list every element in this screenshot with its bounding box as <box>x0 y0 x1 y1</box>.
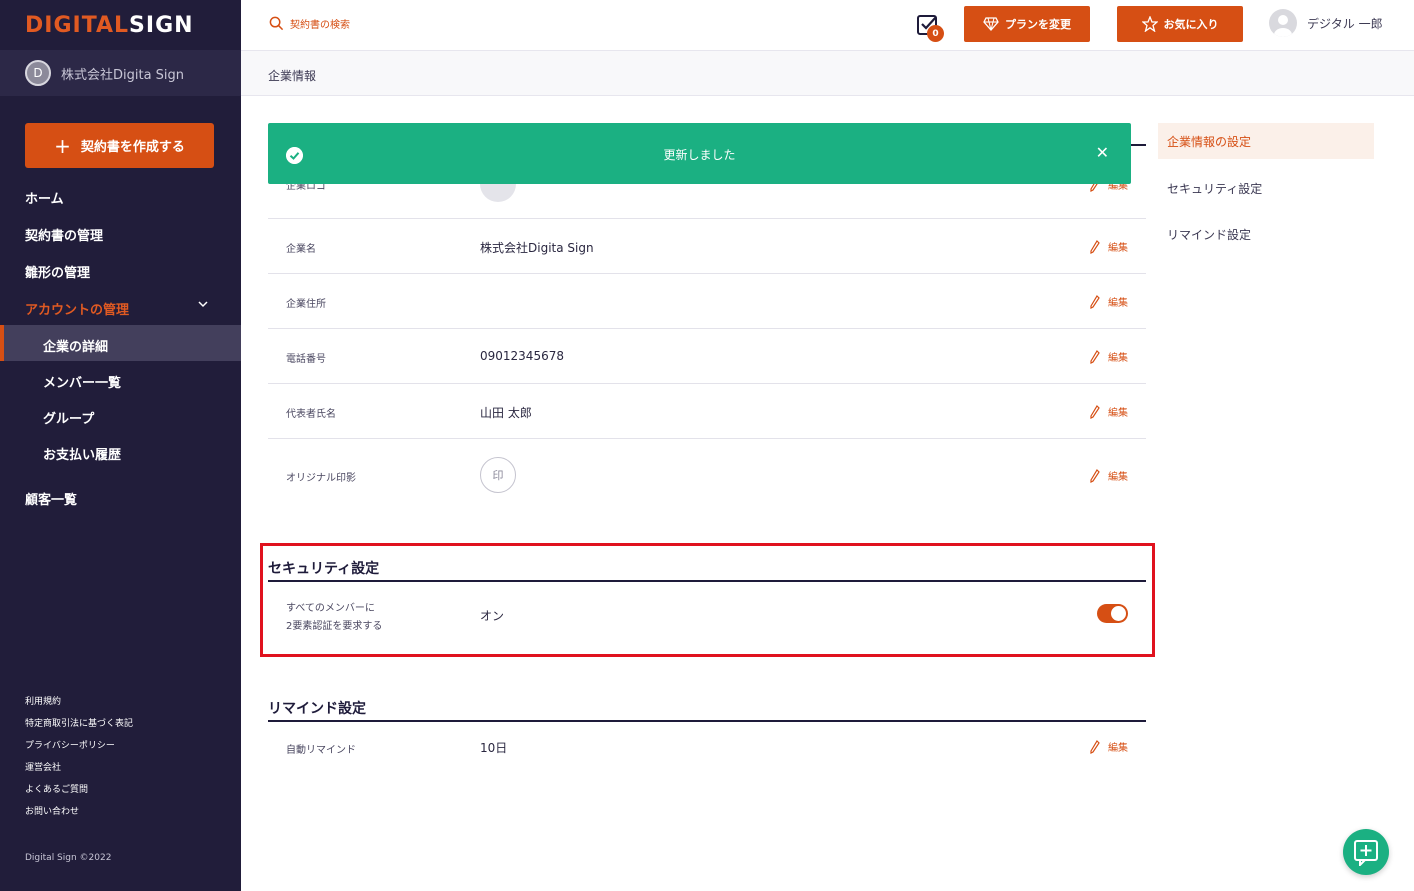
security-setting-value: オン <box>480 609 505 623</box>
change-plan-button[interactable]: プランを変更 <box>964 6 1090 42</box>
row-value: 09012345678 <box>480 349 564 363</box>
company-avatar: D <box>25 60 51 86</box>
pencil-icon <box>1090 468 1100 483</box>
floating-add-button[interactable] <box>1343 829 1389 875</box>
row-value: 株式会社Digita Sign <box>480 241 594 255</box>
success-toast: 更新しました ✕ <box>268 123 1131 184</box>
chevron-down-icon[interactable] <box>198 299 208 309</box>
search-input[interactable]: 契約書の検索 <box>269 16 350 31</box>
star-icon <box>1141 16 1158 32</box>
row-label: 電話番号 <box>286 354 326 365</box>
row-label: 企業名 <box>286 244 316 255</box>
edit-label: 編集 <box>1108 472 1128 483</box>
pencil-icon <box>1090 404 1100 419</box>
security-label-line1: すべてのメンバーに <box>286 603 375 614</box>
nav-customers[interactable]: 顧客一覧 <box>25 489 77 508</box>
row-company-name: 企業名 株式会社Digita Sign 編集 <box>268 219 1146 274</box>
edit-button[interactable]: 編集 <box>1090 349 1128 364</box>
diamond-icon <box>983 17 999 31</box>
plus-icon: + <box>54 133 71 158</box>
nav-contracts[interactable]: 契約書の管理 <box>25 225 103 244</box>
company-name: 株式会社Digita Sign <box>61 67 185 83</box>
row-original-seal: オリジナル印影 印 編集 <box>268 439 1146 514</box>
app-logo[interactable]: DIGITAL SIGN <box>0 0 241 50</box>
footer-link-contact[interactable]: お問い合わせ <box>25 804 79 817</box>
toast-message: 更新しました <box>663 148 736 162</box>
edit-button[interactable]: 編集 <box>1090 294 1128 309</box>
user-name: デジタル 一郎 <box>1307 16 1383 31</box>
edit-label: 編集 <box>1108 743 1128 754</box>
security-section-title: セキュリティ設定 <box>268 558 1146 582</box>
company-switcher[interactable]: D 株式会社Digita Sign <box>0 50 241 96</box>
pencil-icon <box>1090 294 1100 309</box>
close-icon[interactable]: ✕ <box>1096 143 1109 162</box>
edit-button[interactable]: 編集 <box>1090 239 1128 254</box>
footer-link-commerce-law[interactable]: 特定商取引法に基づく表記 <box>25 716 133 729</box>
search-icon <box>269 16 284 31</box>
row-representative-name: 代表者氏名 山田 太郎 編集 <box>268 384 1146 439</box>
row-phone-number: 電話番号 09012345678 編集 <box>268 329 1146 384</box>
row-value: 10日 <box>480 741 508 755</box>
user-icon <box>1274 15 1292 37</box>
edit-button[interactable]: 編集 <box>1090 739 1128 754</box>
change-plan-label: プランを変更 <box>1005 18 1071 31</box>
nav-account[interactable]: アカウントの管理 <box>25 299 129 318</box>
edit-label: 編集 <box>1108 353 1128 364</box>
pencil-icon <box>1090 739 1100 754</box>
sidebar: DIGITAL SIGN D 株式会社Digita Sign + 契約書を作成する… <box>0 0 241 891</box>
security-setting-label: すべてのメンバーに 2要素認証を要求する <box>286 600 382 636</box>
rnav-security-settings[interactable]: セキュリティ設定 <box>1158 170 1374 206</box>
edit-label: 編集 <box>1108 243 1128 254</box>
user-avatar <box>1269 9 1297 37</box>
favorites-label: お気に入り <box>1163 18 1219 31</box>
nav-company-details[interactable]: 企業の詳細 <box>43 336 108 355</box>
edit-label: 編集 <box>1108 298 1128 309</box>
top-bar: 契約書の検索 0 プランを変更 お気に入り デジタル 一郎 <box>241 0 1414 51</box>
edit-label: 編集 <box>1108 408 1128 419</box>
pencil-icon <box>1090 239 1100 254</box>
edit-button[interactable]: 編集 <box>1090 468 1128 483</box>
toggle-knob <box>1111 606 1126 621</box>
logo-text-digital: DIGITAL <box>25 12 130 38</box>
rnav-company-settings[interactable]: 企業情報の設定 <box>1158 123 1374 159</box>
logo-text-sign: SIGN <box>129 12 194 38</box>
row-auto-remind: 自動リマインド 10日 編集 <box>268 720 1146 775</box>
row-label: オリジナル印影 <box>286 473 356 484</box>
page-title: 企業情報 <box>268 69 317 83</box>
user-menu[interactable]: デジタル 一郎 <box>1269 9 1383 37</box>
footer-link-company[interactable]: 運営会社 <box>25 760 61 773</box>
page-header: 企業情報 <box>241 51 1414 96</box>
nav-member-list[interactable]: メンバー一覧 <box>43 372 121 391</box>
row-label: 企業住所 <box>286 299 326 310</box>
seal-image: 印 <box>480 457 516 493</box>
search-placeholder: 契約書の検索 <box>290 20 350 31</box>
rnav-remind-settings[interactable]: リマインド設定 <box>1158 216 1374 252</box>
add-message-icon <box>1354 840 1378 866</box>
row-label: 自動リマインド <box>286 745 356 756</box>
footer-link-terms[interactable]: 利用規約 <box>25 694 61 707</box>
row-company-address: 企業住所 編集 <box>268 274 1146 329</box>
row-value: 山田 太郎 <box>480 406 532 420</box>
footer-link-privacy[interactable]: プライバシーポリシー <box>25 738 115 751</box>
nav-active-indicator <box>0 325 241 361</box>
two-factor-toggle[interactable] <box>1097 604 1128 623</box>
create-contract-button[interactable]: + 契約書を作成する <box>25 123 214 168</box>
task-count-badge: 0 <box>927 25 944 42</box>
nav-groups[interactable]: グループ <box>43 408 94 427</box>
nav-templates[interactable]: 雛形の管理 <box>25 262 90 281</box>
edit-button[interactable]: 編集 <box>1090 404 1128 419</box>
favorites-button[interactable]: お気に入り <box>1117 6 1243 42</box>
security-label-line2: 2要素認証を要求する <box>286 621 383 632</box>
pencil-icon <box>1090 349 1100 364</box>
nav-payment-history[interactable]: お支払い履歴 <box>43 444 121 463</box>
nav-home[interactable]: ホーム <box>25 188 64 207</box>
create-contract-label: 契約書を作成する <box>80 140 185 155</box>
remind-section-title: リマインド設定 <box>268 698 1146 722</box>
footer-link-faq[interactable]: よくあるご質問 <box>25 782 88 795</box>
section-divider <box>1131 144 1146 146</box>
copyright: Digital Sign ©2022 <box>25 853 112 863</box>
row-label: 代表者氏名 <box>286 409 336 420</box>
